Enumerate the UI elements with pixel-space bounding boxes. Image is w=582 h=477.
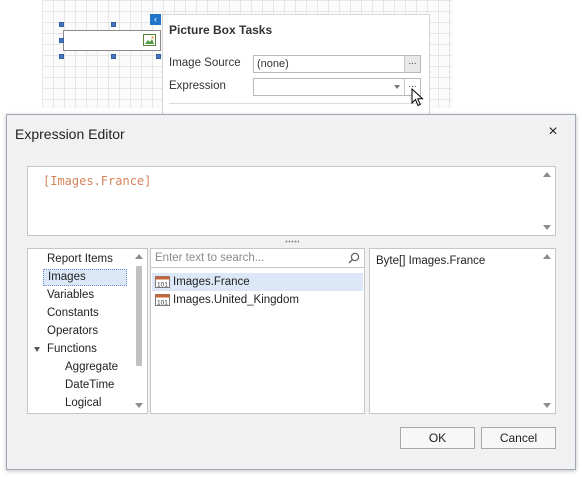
resize-handle[interactable] <box>59 38 64 43</box>
tree-item-report-items[interactable]: Report Items <box>43 251 117 268</box>
search-box[interactable] <box>150 248 365 268</box>
scroll-down-icon[interactable] <box>543 403 551 408</box>
tree-item-operators[interactable]: Operators <box>43 323 102 340</box>
image-source-browse-button[interactable]: ... <box>404 56 420 72</box>
tree-item-datetime[interactable]: DateTime <box>61 377 118 394</box>
scroll-down-icon[interactable] <box>135 403 143 408</box>
tree-item-logical[interactable]: Logical <box>61 395 105 412</box>
picture-icon <box>143 34 156 46</box>
cancel-button[interactable]: Cancel <box>481 427 556 449</box>
category-tree[interactable]: Report Items Images Variables Constants … <box>27 248 148 414</box>
tasks-panel-title: Picture Box Tasks <box>169 23 273 37</box>
resize-handle[interactable] <box>111 54 116 59</box>
items-list[interactable]: 101 Images.France 101 Images.United_King… <box>150 268 365 414</box>
picture-box-tasks-panel: Picture Box Tasks Image Source (none) ..… <box>162 14 430 114</box>
ok-button[interactable]: OK <box>400 427 475 449</box>
binary-field-icon: 101 <box>155 294 170 306</box>
resize-handle[interactable] <box>59 54 64 59</box>
dialog-title: Expression Editor <box>15 126 125 142</box>
tree-item-functions[interactable]: Functions <box>43 341 101 358</box>
scroll-down-icon[interactable] <box>543 225 551 230</box>
search-icon[interactable] <box>348 252 360 264</box>
resize-handle[interactable] <box>59 22 64 27</box>
description-text: Byte[] Images.France <box>376 255 486 267</box>
svg-text:101: 101 <box>157 282 168 289</box>
divider <box>169 103 423 104</box>
collapse-arrow-icon[interactable] <box>34 347 40 352</box>
close-icon[interactable]: × <box>545 124 561 140</box>
list-item-label: Images.France <box>173 276 250 288</box>
resize-handle[interactable] <box>111 22 116 27</box>
smart-tag-button[interactable]: ‹ <box>150 14 161 25</box>
tree-item-variables[interactable]: Variables <box>43 287 98 304</box>
description-panel: Byte[] Images.France <box>369 248 556 414</box>
scroll-up-icon[interactable] <box>135 254 143 259</box>
dropdown-arrow-icon[interactable] <box>394 85 400 89</box>
resize-handle[interactable] <box>156 54 161 59</box>
scroll-up-icon[interactable] <box>543 254 551 259</box>
image-source-label: Image Source <box>169 57 241 69</box>
expression-label: Expression <box>169 80 226 92</box>
search-input[interactable] <box>153 250 343 266</box>
expression-field[interactable]: ... <box>253 78 421 96</box>
splitter-grip[interactable] <box>285 240 299 243</box>
list-item-images-united-kingdom[interactable]: 101 Images.United_Kingdom <box>152 291 363 309</box>
svg-text:101: 101 <box>157 300 168 307</box>
expression-text: [Images.France] <box>43 174 152 188</box>
list-item-label: Images.United_Kingdom <box>173 294 299 306</box>
mouse-cursor-icon <box>411 88 424 107</box>
image-source-field[interactable]: (none) ... <box>253 55 421 73</box>
description-scrollbar[interactable] <box>540 249 555 413</box>
tree-item-aggregate[interactable]: Aggregate <box>61 359 122 376</box>
editor-scrollbar[interactable] <box>540 167 555 235</box>
scroll-up-icon[interactable] <box>543 172 551 177</box>
tree-item-images[interactable]: Images <box>43 269 127 286</box>
scrollbar-thumb[interactable] <box>136 266 142 366</box>
list-item-images-france[interactable]: 101 Images.France <box>152 273 363 291</box>
image-source-value: (none) <box>257 58 289 70</box>
expression-editor-dialog: Expression Editor × [Images.France] Repo… <box>6 114 576 470</box>
category-scrollbar[interactable] <box>132 249 147 413</box>
expression-text-editor[interactable]: [Images.France] <box>27 166 556 236</box>
tree-item-constants[interactable]: Constants <box>43 305 103 322</box>
binary-field-icon: 101 <box>155 276 170 288</box>
